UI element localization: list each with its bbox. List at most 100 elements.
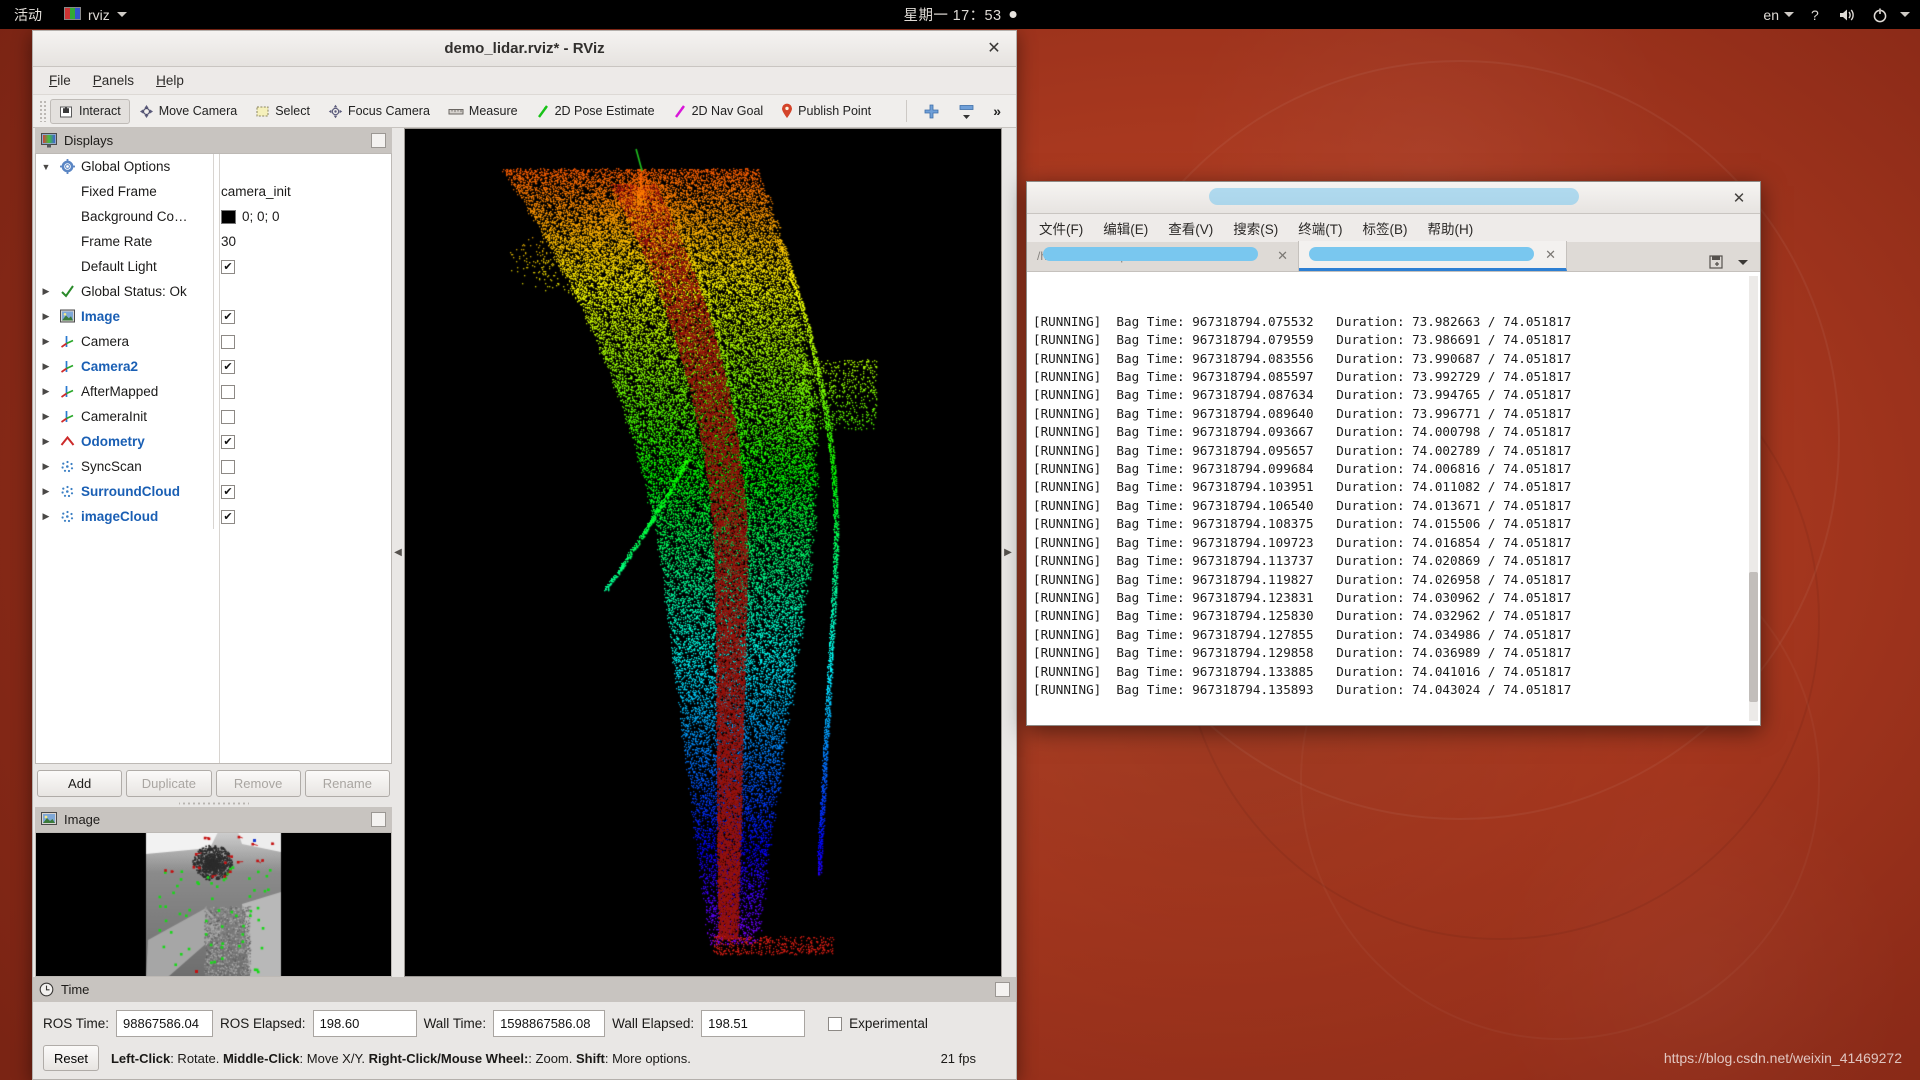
clock[interactable]: 星期一 17：53 bbox=[904, 4, 1017, 25]
display-enabled-checkbox[interactable] bbox=[221, 459, 235, 474]
rviz-title-bar[interactable]: demo_lidar.rviz* - RViz ✕ bbox=[33, 31, 1016, 67]
tool-focus-camera[interactable]: Focus Camera bbox=[319, 99, 439, 124]
ros-elapsed-input[interactable] bbox=[312, 1010, 417, 1037]
wall-elapsed-input[interactable] bbox=[701, 1010, 806, 1037]
displays-tree[interactable]: ▼ Global Options Fixed Frame camera_init Bac… bbox=[35, 153, 392, 764]
close-tab-icon[interactable]: ✕ bbox=[1545, 247, 1556, 263]
image-panel-float-button[interactable] bbox=[371, 812, 386, 827]
terminal-menu-view[interactable]: 查看(V) bbox=[1168, 218, 1213, 238]
ros-time-input[interactable] bbox=[116, 1010, 214, 1037]
display-enabled-checkbox[interactable]: ✔ bbox=[221, 434, 235, 449]
activities-button[interactable]: 活动 bbox=[0, 5, 54, 25]
display-row-imagecloud[interactable]: ▶ imageCloud ✔ bbox=[36, 504, 391, 529]
menu-panels[interactable]: Panels bbox=[93, 73, 134, 88]
terminal-menu-edit[interactable]: 编辑(E) bbox=[1103, 218, 1148, 238]
display-enabled-checkbox[interactable] bbox=[221, 334, 235, 349]
chevron-right-icon[interactable]: ▶ bbox=[36, 511, 56, 522]
chevron-right-icon[interactable]: ▶ bbox=[36, 361, 56, 372]
terminal-tab-2[interactable]: ✕ bbox=[1299, 241, 1567, 271]
terminal-menu-terminal[interactable]: 终端(T) bbox=[1298, 218, 1342, 238]
tool-move-camera[interactable]: Move Camera bbox=[130, 99, 247, 124]
display-row-fixed-frame[interactable]: Fixed Frame camera_init bbox=[36, 179, 391, 204]
keyboard-layout-indicator[interactable]: en bbox=[1763, 7, 1794, 23]
display-row-background-co[interactable]: Background Co… 0; 0; 0 bbox=[36, 204, 391, 229]
display-row-surroundcloud[interactable]: ▶ SurroundCloud ✔ bbox=[36, 479, 391, 504]
display-row-default-light[interactable]: Default Light ✔ bbox=[36, 254, 391, 279]
tool-measure[interactable]: Measure bbox=[439, 99, 527, 124]
tab-list-chevron-icon[interactable] bbox=[1736, 257, 1750, 267]
chevron-right-icon[interactable]: ▶ bbox=[36, 436, 56, 447]
menu-file[interactable]: File bbox=[49, 73, 71, 88]
chevron-down-icon[interactable]: ▼ bbox=[36, 162, 56, 172]
image-preview[interactable] bbox=[35, 832, 392, 977]
time-panel-float-button[interactable] bbox=[995, 982, 1010, 997]
display-row-camera[interactable]: ▶ Camera bbox=[36, 329, 391, 354]
display-row-odometry[interactable]: ▶ Odometry ✔ bbox=[36, 429, 391, 454]
terminal-scrollbar-thumb[interactable] bbox=[1749, 572, 1758, 702]
display-row-camerainit[interactable]: ▶ CameraInit bbox=[36, 404, 391, 429]
display-enabled-checkbox[interactable] bbox=[221, 409, 235, 424]
display-row-aftermapped[interactable]: ▶ AfterMapped bbox=[36, 379, 391, 404]
display-row-global-status-ok[interactable]: ▶ Global Status: Ok bbox=[36, 279, 391, 304]
display-enabled-checkbox[interactable]: ✔ bbox=[221, 259, 235, 274]
display-row-global-options[interactable]: ▼ Global Options bbox=[36, 154, 391, 179]
display-row-image[interactable]: ▶ Image ✔ bbox=[36, 304, 391, 329]
terminal-title-bar[interactable]: ✕ bbox=[1027, 182, 1760, 214]
display-row-frame-rate[interactable]: Frame Rate 30 bbox=[36, 229, 391, 254]
menu-help[interactable]: Help bbox=[156, 73, 184, 88]
rename-display-button[interactable]: Rename bbox=[304, 770, 390, 797]
terminal-menu-search[interactable]: 搜索(S) bbox=[1233, 218, 1278, 238]
tool-interact[interactable]: Interact bbox=[50, 98, 130, 124]
chevron-right-icon[interactable]: ▶ bbox=[36, 486, 56, 497]
terminal-output[interactable]: [RUNNING] Bag Time: 967318794.075532 Dur… bbox=[1027, 272, 1760, 725]
chevron-right-icon[interactable]: ▶ bbox=[36, 336, 56, 347]
power-menu-button[interactable] bbox=[1872, 7, 1910, 23]
wall-time-input[interactable] bbox=[493, 1010, 606, 1037]
display-enabled-checkbox[interactable]: ✔ bbox=[221, 509, 235, 524]
3d-render-view[interactable] bbox=[404, 128, 1002, 977]
displays-panel-float-button[interactable] bbox=[371, 133, 386, 148]
reset-button[interactable]: Reset bbox=[43, 1045, 99, 1071]
display-enabled-checkbox[interactable] bbox=[221, 384, 235, 399]
chevron-right-icon[interactable]: ▶ bbox=[36, 311, 56, 322]
remove-display-button[interactable]: Remove bbox=[215, 770, 301, 797]
close-tab-icon[interactable]: ✕ bbox=[1277, 248, 1288, 264]
chevron-right-icon[interactable]: ▶ bbox=[36, 461, 56, 472]
terminal-menu-tabs[interactable]: 标签(B) bbox=[1363, 218, 1408, 238]
app-menu-rviz[interactable]: RViz rviz bbox=[54, 7, 137, 23]
chevron-right-icon[interactable]: ▶ bbox=[36, 411, 56, 422]
color-swatch[interactable] bbox=[221, 209, 236, 224]
duplicate-display-button[interactable]: Duplicate bbox=[126, 770, 212, 797]
experimental-checkbox-group[interactable]: Experimental bbox=[828, 1016, 928, 1031]
toolbar-overflow-icon[interactable]: » bbox=[984, 98, 1010, 124]
display-enabled-checkbox[interactable]: ✔ bbox=[221, 484, 235, 499]
terminal-tab-1[interactable]: /home/…/workspace/… ✕ bbox=[1027, 241, 1299, 271]
help-icon[interactable]: ? bbox=[1809, 7, 1823, 23]
display-row-camera2[interactable]: ▶ Camera2 ✔ bbox=[36, 354, 391, 379]
volume-icon[interactable] bbox=[1838, 7, 1857, 23]
terminal-menu-file[interactable]: 文件(F) bbox=[1039, 218, 1083, 238]
experimental-checkbox[interactable] bbox=[828, 1016, 843, 1031]
add-tool-plus-icon[interactable] bbox=[914, 98, 949, 125]
right-splitter-handle[interactable]: ▶ bbox=[1002, 128, 1014, 977]
tool-select[interactable]: Select bbox=[246, 99, 319, 124]
display-enabled-checkbox[interactable]: ✔ bbox=[221, 309, 235, 324]
terminal-menu-help[interactable]: 帮助(H) bbox=[1428, 218, 1474, 238]
tool-publish-point[interactable]: Publish Point bbox=[772, 98, 880, 124]
system-status-area[interactable]: en ? bbox=[1763, 7, 1910, 23]
close-icon[interactable]: ✕ bbox=[1730, 189, 1748, 207]
wall-elapsed-label: Wall Elapsed: bbox=[612, 1016, 695, 1031]
chevron-right-icon[interactable]: ▶ bbox=[36, 286, 56, 297]
close-icon[interactable]: ✕ bbox=[984, 39, 1004, 59]
tool-2d-pose-estimate[interactable]: 2D Pose Estimate bbox=[527, 99, 664, 124]
chevron-right-icon[interactable]: ▶ bbox=[36, 386, 56, 397]
display-row-syncscan[interactable]: ▶ SyncScan bbox=[36, 454, 391, 479]
add-display-button[interactable]: Add bbox=[37, 770, 123, 797]
new-tab-icon[interactable] bbox=[1708, 253, 1726, 271]
left-splitter-handle[interactable]: ◀ bbox=[392, 128, 404, 977]
remove-tool-minus-icon[interactable] bbox=[949, 98, 984, 125]
toolbar-grip-handle[interactable] bbox=[39, 100, 48, 122]
panel-resize-grip[interactable] bbox=[178, 799, 249, 807]
tool-2d-nav-goal[interactable]: 2D Nav Goal bbox=[664, 99, 773, 124]
display-enabled-checkbox[interactable]: ✔ bbox=[221, 359, 235, 374]
